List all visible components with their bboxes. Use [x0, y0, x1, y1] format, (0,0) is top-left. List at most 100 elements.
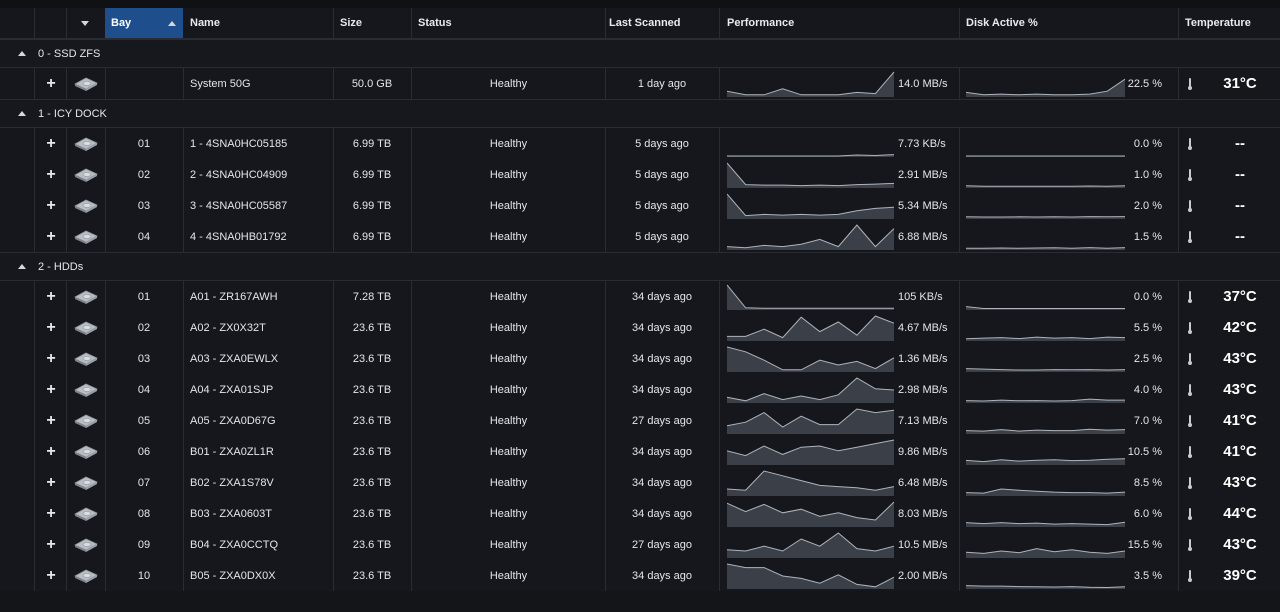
thermometer-cell	[1180, 343, 1200, 374]
column-header-status[interactable]: Status	[418, 8, 538, 38]
group-row[interactable]: 1 - ICY DOCK	[0, 99, 1280, 128]
disk-active-value-cell-text: 5.5 %	[1133, 321, 1162, 334]
performance-value-cell: 7.13 MB/s	[895, 405, 955, 436]
column-divider	[34, 221, 35, 252]
performance-value-cell-text: 1.36 MB/s	[898, 352, 948, 365]
disk-active-value-cell: 1.0 %	[1126, 159, 1166, 190]
table-row[interactable]: +05 A05 - ZXA0D67G 23.6 TB Healthy 27 days a…	[0, 405, 1280, 436]
plus-icon: +	[46, 442, 56, 460]
temperature-cell-text: --	[1235, 228, 1245, 245]
column-divider	[183, 529, 184, 560]
column-header-temperature[interactable]: Temperature	[1185, 8, 1275, 38]
table-row[interactable]: + System 50G 50.0 GB Healthy 1 day ago 14.0 M…	[0, 68, 1280, 99]
column-header-performance[interactable]: Performance	[727, 8, 927, 38]
disk-active-sparkline-cell	[966, 343, 1126, 374]
table-row[interactable]: +06 B01 - ZXA0ZL1R 23.6 TB Healthy 34 days a…	[0, 436, 1280, 467]
status-cell: Healthy	[412, 405, 605, 436]
group-row[interactable]: 2 - HDDs	[0, 252, 1280, 281]
name-cell: A04 - ZXA01SJP	[190, 374, 330, 405]
disk-active-value-cell-text: 8.5 %	[1133, 476, 1162, 489]
group-collapse-toggle[interactable]	[12, 100, 32, 127]
disk-active-value-cell-text: 2.0 %	[1133, 199, 1162, 212]
column-menu-button[interactable]	[66, 8, 104, 38]
drive-icon-cell	[67, 374, 105, 405]
performance-sparkline-cell	[727, 529, 895, 560]
column-divider	[183, 312, 184, 343]
column-header-last-scanned[interactable]: Last Scanned	[609, 8, 709, 38]
table-row[interactable]: +02 A02 - ZX0X32T 23.6 TB Healthy 34 days ag…	[0, 312, 1280, 343]
name-cell: B01 - ZXA0ZL1R	[190, 436, 330, 467]
expand-row-button[interactable]: +	[36, 498, 66, 529]
performance-sparkline-cell	[727, 467, 895, 498]
expand-row-button[interactable]: +	[36, 467, 66, 498]
performance-sparkline-line	[727, 284, 894, 309]
performance-sparkline-cell	[727, 374, 895, 405]
table-row[interactable]: +01 1 - 4SNA0HC05185 6.99 TB Healthy 5 days …	[0, 128, 1280, 159]
disk-active-sparkline-cell	[966, 281, 1126, 312]
expand-row-button[interactable]: +	[36, 312, 66, 343]
status-cell: Healthy	[412, 221, 605, 252]
last-scanned-cell: 1 day ago	[606, 68, 718, 99]
bay-cell: 04	[105, 374, 183, 405]
table-row[interactable]: +02 2 - 4SNA0HC04909 6.99 TB Healthy 5 days …	[0, 159, 1280, 190]
expand-row-button[interactable]: +	[36, 529, 66, 560]
expand-row-button[interactable]: +	[36, 190, 66, 221]
name-cell: 4 - 4SNA0HB01792	[190, 221, 330, 252]
expand-row-button[interactable]: +	[36, 159, 66, 190]
group-collapse-toggle[interactable]	[12, 253, 32, 280]
disk-active-sparkline-cell	[966, 405, 1126, 436]
expand-row-button[interactable]: +	[36, 436, 66, 467]
expand-row-button[interactable]: +	[36, 68, 66, 99]
thermometer-icon	[1188, 137, 1192, 150]
size-cell-text: 6.99 TB	[352, 199, 392, 212]
expand-row-button[interactable]: +	[36, 560, 66, 591]
column-divider	[411, 8, 412, 38]
expand-row-button[interactable]: +	[36, 374, 66, 405]
bay-cell-text: 06	[137, 445, 151, 458]
column-header-bay[interactable]: Bay	[105, 8, 183, 38]
disk-active-value-cell: 1.5 %	[1126, 221, 1166, 252]
drive-icon-cell	[67, 467, 105, 498]
expand-row-button[interactable]: +	[36, 281, 66, 312]
table-row[interactable]: +08 B03 - ZXA0603T 23.6 TB Healthy 34 days a…	[0, 498, 1280, 529]
thermometer-icon	[1188, 199, 1192, 212]
bay-cell-text: 08	[137, 507, 151, 520]
column-header-size[interactable]: Size	[340, 8, 410, 38]
table-row[interactable]: +10 B05 - ZXA0DX0X 23.6 TB Healthy 34 days a…	[0, 560, 1280, 591]
table-row[interactable]: +07 B02 - ZXA1S78V 23.6 TB Healthy 34 days a…	[0, 467, 1280, 498]
plus-icon: +	[46, 287, 56, 305]
column-divider	[719, 467, 720, 498]
expand-row-button[interactable]: +	[36, 128, 66, 159]
performance-sparkline	[727, 439, 895, 465]
size-cell: 23.6 TB	[334, 374, 410, 405]
expand-row-button[interactable]: +	[36, 343, 66, 374]
table-row[interactable]: +09 B04 - ZXA0CCTQ 23.6 TB Healthy 27 days a…	[0, 529, 1280, 560]
column-header-disk-active[interactable]: Disk Active %	[966, 8, 1166, 38]
disk-active-sparkline-cell	[966, 190, 1126, 221]
group-row[interactable]: 0 - SSD ZFS	[0, 39, 1280, 68]
disk-active-value-cell-text: 15.5 %	[1127, 538, 1162, 551]
column-divider	[1178, 374, 1179, 405]
table-row[interactable]: +03 3 - 4SNA0HC05587 6.99 TB Healthy 5 days …	[0, 190, 1280, 221]
disk-active-sparkline-cell	[966, 221, 1126, 252]
table-row[interactable]: +03 A03 - ZXA0EWLX 23.6 TB Healthy 34 days a…	[0, 343, 1280, 374]
table-row[interactable]: +04 4 - 4SNA0HB01792 6.99 TB Healthy 5 days …	[0, 221, 1280, 252]
expand-row-button[interactable]: +	[36, 405, 66, 436]
triangle-up-icon	[18, 111, 26, 116]
temperature-cell: --	[1200, 159, 1280, 190]
table-row[interactable]: +01 A01 - ZR167AWH 7.28 TB Healthy 34 days a…	[0, 281, 1280, 312]
disk-active-sparkline-cell	[966, 560, 1126, 591]
column-divider	[959, 343, 960, 374]
bay-cell-text: 07	[137, 476, 151, 489]
name-cell-text: 4 - 4SNA0HB01792	[190, 230, 287, 243]
table-row[interactable]: +04 A04 - ZXA01SJP 23.6 TB Healthy 34 days a…	[0, 374, 1280, 405]
status-cell-text: Healthy	[489, 77, 528, 90]
group-collapse-toggle[interactable]	[12, 40, 32, 67]
performance-sparkline	[727, 377, 895, 403]
column-header-name[interactable]: Name	[190, 8, 330, 38]
temperature-cell: 43°C	[1200, 467, 1280, 498]
drive-icon-cell	[67, 312, 105, 343]
expand-row-button[interactable]: +	[36, 221, 66, 252]
size-cell-text: 6.99 TB	[352, 230, 392, 243]
name-cell-text: 2 - 4SNA0HC04909	[190, 168, 288, 181]
